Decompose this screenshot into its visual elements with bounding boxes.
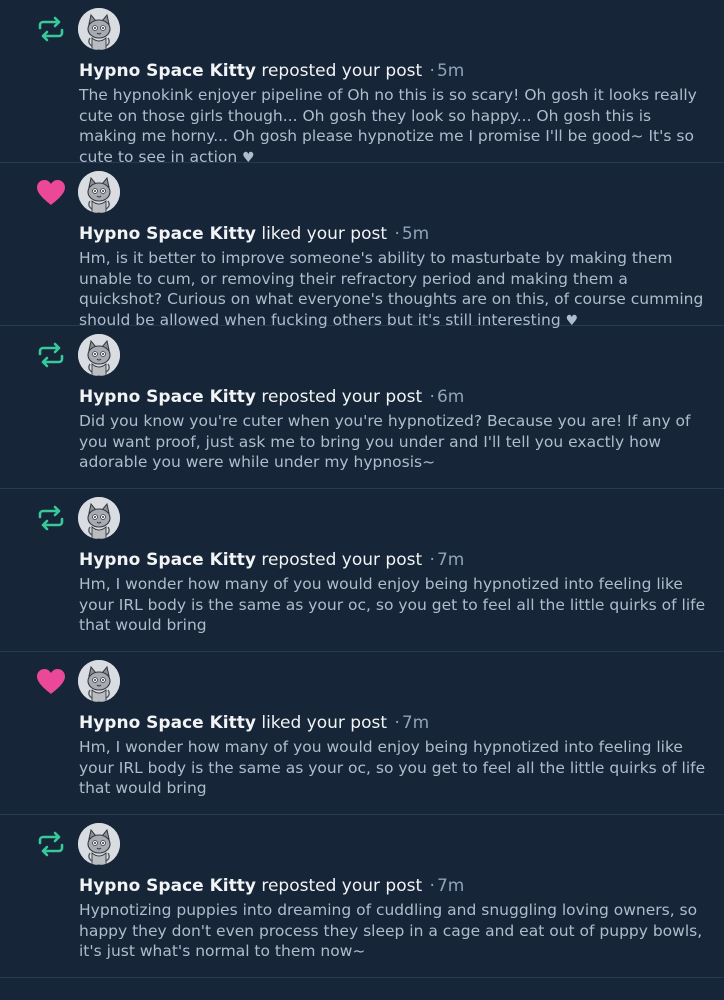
notifications-feed: Hypno Space Kitty reposted your post · 5m… — [0, 0, 724, 1000]
separator-dot: · — [429, 61, 435, 81]
author-name[interactable]: Hypno Space Kitty — [79, 387, 256, 407]
author-name[interactable]: Hypno Space Kitty — [79, 224, 256, 244]
notification-headline: Hypno Space Kitty reposted your post · 7m — [79, 875, 708, 897]
post-preview[interactable]: Hypnotizing puppies into dreaming of cud… — [79, 900, 707, 962]
repost-icon — [36, 829, 66, 859]
repost-icon — [36, 14, 66, 44]
notification-item[interactable]: Hypno Space Kitty reposted your post · 7m… — [0, 815, 724, 978]
timestamp: 7m — [436, 550, 465, 570]
notification-action: reposted your post — [261, 61, 423, 81]
post-preview[interactable]: Hm, is it better to improve someone's ab… — [79, 248, 707, 331]
notification-item[interactable]: Hypno Space Kitty reposted your post · 5m… — [0, 0, 724, 166]
avatar[interactable] — [78, 171, 120, 213]
notification-action: liked your post — [261, 713, 388, 733]
notification-headline: Hypno Space Kitty liked your post · 7m — [79, 712, 708, 734]
timestamp: 7m — [401, 713, 430, 733]
separator-dot: · — [429, 550, 435, 570]
heart-icon — [36, 177, 66, 207]
timestamp: 5m — [401, 224, 430, 244]
avatar[interactable] — [78, 660, 120, 702]
heart-icon — [36, 666, 66, 696]
notification-item[interactable]: Hypno Space Kitty liked your post · 7m Hm… — [0, 652, 724, 815]
post-text: Hm, I wonder how many of you would enjoy… — [79, 575, 706, 634]
notification-headline: Hypno Space Kitty reposted your post · 6m — [79, 386, 708, 408]
notification-action: reposted your post — [261, 550, 423, 570]
avatar[interactable] — [78, 823, 120, 865]
author-name[interactable]: Hypno Space Kitty — [79, 876, 256, 896]
notification-action: reposted your post — [261, 387, 423, 407]
notification-item[interactable]: Hypno Space Kitty liked your post · 5m Hm… — [0, 163, 724, 329]
post-preview[interactable]: Hm, I wonder how many of you would enjoy… — [79, 737, 707, 799]
notification-action: liked your post — [261, 224, 388, 244]
author-name[interactable]: Hypno Space Kitty — [79, 550, 256, 570]
avatar[interactable] — [78, 8, 120, 50]
repost-icon — [36, 340, 66, 370]
separator-dot: · — [429, 876, 435, 896]
post-preview[interactable]: Hm, I wonder how many of you would enjoy… — [79, 574, 707, 636]
post-text: Hm, I wonder how many of you would enjoy… — [79, 738, 706, 797]
author-name[interactable]: Hypno Space Kitty — [79, 61, 256, 81]
timestamp: 5m — [436, 61, 465, 81]
repost-icon — [36, 503, 66, 533]
post-text: Hypnotizing puppies into dreaming of cud… — [79, 901, 703, 960]
author-name[interactable]: Hypno Space Kitty — [79, 713, 256, 733]
timestamp: 6m — [436, 387, 465, 407]
separator-dot: · — [394, 224, 400, 244]
notification-headline: Hypno Space Kitty liked your post · 5m — [79, 223, 708, 245]
post-text: The hypnokink enjoyer pipeline of Oh no … — [79, 86, 697, 166]
separator-dot: · — [394, 713, 400, 733]
post-preview[interactable]: The hypnokink enjoyer pipeline of Oh no … — [79, 85, 707, 168]
notification-item[interactable]: Hypno Space Kitty reposted your post · 7m… — [0, 489, 724, 652]
separator-dot: · — [429, 387, 435, 407]
post-preview[interactable]: Did you know you're cuter when you're hy… — [79, 411, 707, 473]
timestamp: 7m — [436, 876, 465, 896]
avatar[interactable] — [78, 497, 120, 539]
notification-action: reposted your post — [261, 876, 423, 896]
post-text: Hm, is it better to improve someone's ab… — [79, 249, 704, 329]
avatar[interactable] — [78, 334, 120, 376]
post-text: Did you know you're cuter when you're hy… — [79, 412, 691, 471]
notification-item[interactable]: Hypno Space Kitty reposted your post · 6m… — [0, 326, 724, 489]
notification-headline: Hypno Space Kitty reposted your post · 5m — [79, 60, 708, 82]
notification-headline: Hypno Space Kitty reposted your post · 7m — [79, 549, 708, 571]
